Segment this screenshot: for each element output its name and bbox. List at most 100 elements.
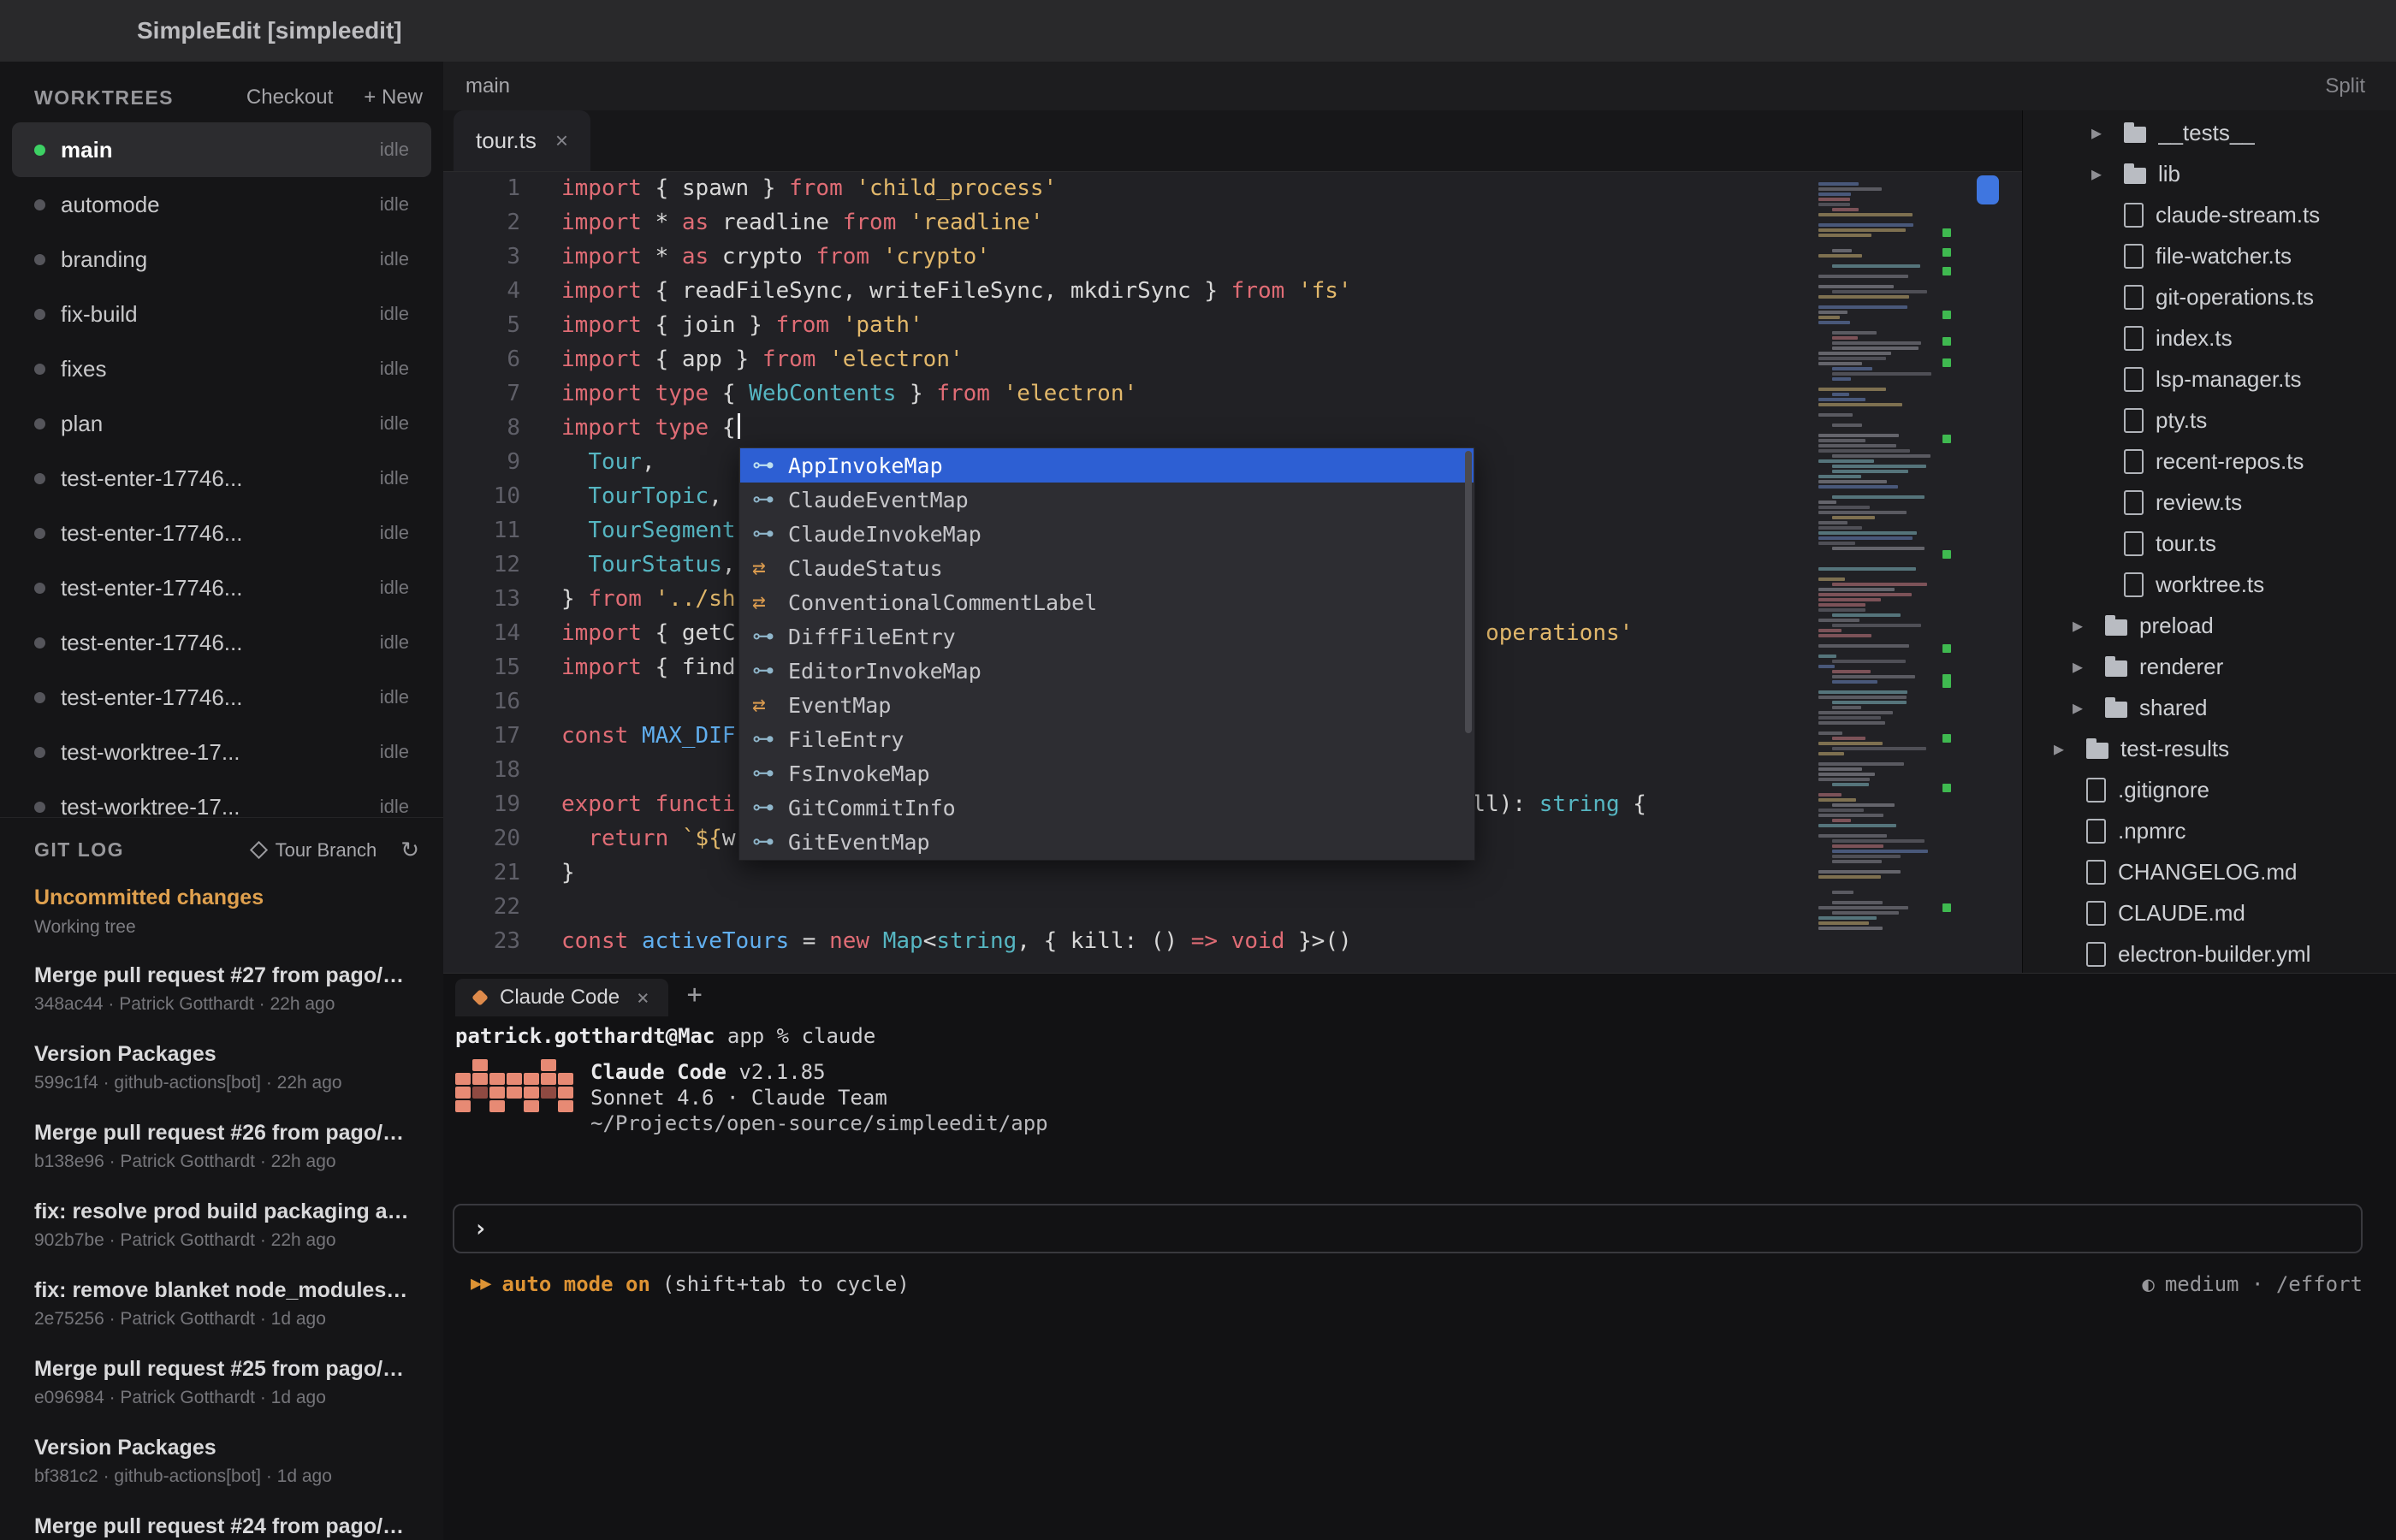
file-tree-item[interactable]: ▸ __tests__ [2023,112,2396,153]
commit-item[interactable]: fix: remove blanket node_modules e... 2e… [34,1278,409,1330]
autocomplete-item[interactable]: ⊶ GitEventMap [740,825,1474,859]
file-tree-item[interactable]: ▸ shared [2023,687,2396,728]
worktree-item[interactable]: test-worktree-17... idle [12,779,431,817]
file-tree-item[interactable]: ▸ lsp-manager.ts [2023,358,2396,400]
autocomplete-item[interactable]: ⇄ ConventionalCommentLabel [740,585,1474,619]
file-tree-item[interactable]: ▸ pty.ts [2023,400,2396,441]
folder-icon [2086,743,2108,759]
code-line[interactable]: 5 import { join } from 'path' [443,308,2022,342]
file-tree-item[interactable]: ▸ review.ts [2023,482,2396,523]
autocomplete-item[interactable]: ⊶ GitCommitInfo [740,791,1474,825]
worktree-item[interactable]: test-enter-17746... idle [12,451,431,506]
close-icon[interactable]: × [555,127,568,154]
new-worktree-button[interactable]: + New [364,86,423,110]
file-icon [2124,449,2144,474]
file-tree-item[interactable]: ▸ index.ts [2023,317,2396,358]
file-tree-item[interactable]: ▸ git-operations.ts [2023,276,2396,317]
terminal-body[interactable]: patrick.gotthardt@Mac app % claude Claud… [443,1016,2396,1540]
file-icon [2124,203,2144,228]
close-icon[interactable]: × [637,986,649,1010]
commit-item[interactable]: Merge pull request #25 from pago/c... e0… [34,1357,409,1408]
uncommitted-changes[interactable]: Uncommitted changes [34,886,409,910]
autocomplete-item[interactable]: ⇄ EventMap [740,688,1474,722]
autocomplete-scrollbar[interactable] [1465,451,1472,733]
worktree-item[interactable]: main idle [12,122,431,177]
split-button[interactable]: Split [2325,74,2365,98]
autocomplete-item[interactable]: ⊶ DiffFileEntry [740,619,1474,654]
code-line[interactable]: 21 } [443,856,2022,890]
code-line[interactable]: 3 import * as crypto from 'crypto' [443,240,2022,274]
autocomplete-item[interactable]: ⊶ EditorInvokeMap [740,654,1474,688]
file-tree-item[interactable]: ▸ claude-stream.ts [2023,194,2396,235]
file-tree-item[interactable]: ▸ CHANGELOG.md [2023,851,2396,892]
git-log-header: GIT LOG Tour Branch ↻ [0,818,443,863]
commit-title: Version Packages [34,1042,409,1067]
worktree-item[interactable]: fixes idle [12,341,431,396]
file-tree-item[interactable]: ▸ CLAUDE.md [2023,892,2396,933]
tour-branch-button[interactable]: Tour Branch [252,839,377,862]
branch-spark-icon [249,841,267,859]
worktree-item[interactable]: plan idle [12,396,431,451]
file-tree-item[interactable]: ▸ .gitignore [2023,769,2396,810]
worktree-item[interactable]: test-enter-17746... idle [12,560,431,615]
terminal-tab-claude-code[interactable]: Claude Code × [455,979,668,1016]
worktree-status-dot [34,802,45,813]
claude-input-box[interactable]: › [453,1204,2363,1253]
file-tree-item[interactable]: ▸ preload [2023,605,2396,646]
worktree-item[interactable]: test-enter-17746... idle [12,615,431,670]
worktree-item[interactable]: test-enter-17746... idle [12,670,431,725]
file-tree-item[interactable]: ▸ tour.ts [2023,523,2396,564]
code-line[interactable]: 2 import * as readline from 'readline' [443,205,2022,240]
code-line[interactable]: 1 import { spawn } from 'child_process' [443,171,2022,205]
code-line[interactable]: 22 [443,890,2022,924]
checkout-button[interactable]: Checkout [246,86,333,110]
commit-item[interactable]: Merge pull request #27 from pago/c... 34… [34,963,409,1015]
code-line[interactable]: 23 const activeTours = new Map<string, {… [443,924,2022,958]
code-line[interactable]: 7 import type { WebContents } from 'elec… [443,376,2022,411]
effort-indicator[interactable]: ◐ medium · /effort [2142,1271,2363,1297]
autocomplete-list: ⊶ AppInvokeMap ⊶ ClaudeEventMap ⊶ Claude… [740,448,1474,859]
file-tree-item[interactable]: ▸ file-watcher.ts [2023,235,2396,276]
file-tree-item[interactable]: ▸ .npmrc [2023,810,2396,851]
file-icon [2124,326,2144,351]
autocomplete-item[interactable]: ⊶ AppInvokeMap [740,448,1474,483]
auto-mode-label[interactable]: auto mode on [502,1271,650,1297]
file-tree-item[interactable]: ▸ recent-repos.ts [2023,441,2396,482]
interface-symbol-icon: ⊶ [752,453,788,478]
minimap[interactable] [1818,177,1938,937]
commit-item[interactable]: Version Packages 599c1f4 · github-action… [34,1042,409,1093]
file-tree-item[interactable]: ▸ electron-builder.yml [2023,933,2396,974]
titlebar: SimpleEdit [simpleedit] [0,0,2396,62]
code-line[interactable]: 4 import { readFileSync, writeFileSync, … [443,274,2022,308]
line-content: import { find [561,650,736,684]
new-terminal-button[interactable]: + [687,980,703,1010]
file-tree-item[interactable]: ▸ test-results [2023,728,2396,769]
editor-tab-tour-ts[interactable]: tour.ts × [454,110,590,171]
folder-icon [2124,127,2146,143]
worktree-item[interactable]: fix-build idle [12,287,431,341]
refresh-icon[interactable]: ↻ [400,837,419,863]
autocomplete-item[interactable]: ⊶ ClaudeInvokeMap [740,517,1474,551]
commit-item[interactable]: Merge pull request #26 from pago/p... b1… [34,1121,409,1172]
commit-item[interactable]: Version Packages bf381c2 · github-action… [34,1436,409,1487]
line-content: const activeTours = new Map<string, { ki… [561,924,1352,958]
worktree-item[interactable]: automode idle [12,177,431,232]
commit-item[interactable]: fix: resolve prod build packaging an... … [34,1199,409,1251]
worktree-state-label: idle [380,577,409,599]
autocomplete-item[interactable]: ⊶ FileEntry [740,722,1474,756]
autocomplete-item[interactable]: ⊶ FsInvokeMap [740,756,1474,791]
worktree-item[interactable]: test-worktree-17... idle [12,725,431,779]
code-line[interactable]: 6 import { app } from 'electron' [443,342,2022,376]
autocomplete-item[interactable]: ⊶ ClaudeEventMap [740,483,1474,517]
file-tree-item[interactable]: ▸ renderer [2023,646,2396,687]
worktree-item[interactable]: branding idle [12,232,431,287]
autocomplete-item[interactable]: ⇄ ClaudeStatus [740,551,1474,585]
code-line[interactable]: 8 import type { [443,411,2022,445]
worktree-item[interactable]: test-enter-17746... idle [12,506,431,560]
commit-item[interactable]: Merge pull request #24 from pago/p... [34,1514,409,1540]
line-number: 4 [443,274,520,308]
file-tree-item[interactable]: ▸ lib [2023,153,2396,194]
file-tree-item[interactable]: ▸ worktree.ts [2023,564,2396,605]
worktree-name: test-enter-17746... [61,520,366,547]
editor-scrollbar[interactable] [1977,175,1999,204]
